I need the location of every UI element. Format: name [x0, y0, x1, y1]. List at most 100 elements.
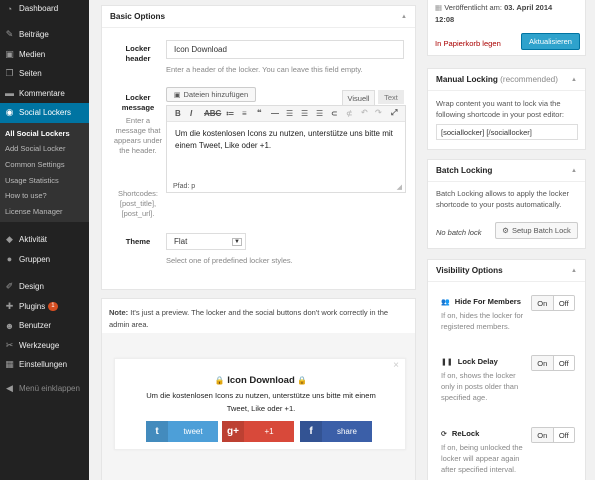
panel-header[interactable]: Batch Locking ▲ — [428, 160, 585, 182]
setup-batch-lock-label: Setup Batch Lock — [511, 226, 571, 235]
sidebar-item-label: Plugins — [19, 301, 46, 311]
sidebar-item-label: Medien — [19, 49, 46, 59]
bold-icon[interactable]: B — [175, 109, 181, 118]
sidebar-item-label: Aktivität — [19, 235, 48, 245]
social-button-label: share — [336, 427, 357, 436]
basic-options-panel: Basic Options ▲ Locker header Icon Downl… — [101, 5, 416, 290]
submenu-item-common-settings[interactable]: Common Settings — [0, 157, 89, 173]
unlink-icon[interactable]: ⊄ — [346, 109, 353, 118]
panel-title: Manual Locking (recommended) — [436, 75, 558, 84]
visibility-option-label: Lock Delay — [457, 357, 498, 366]
resize-handle-icon[interactable]: ◢ — [397, 183, 402, 191]
twitter-icon: t — [146, 421, 168, 442]
redo-icon[interactable]: ↷ — [375, 108, 382, 117]
on-off-toggle[interactable]: On Off — [531, 427, 575, 443]
sidebar-item-dashboard[interactable]: ◔ Dashboard — [0, 0, 89, 17]
add-media-button[interactable]: ▣ Dateien hinzufügen — [166, 87, 256, 102]
collapse-arrow-icon[interactable]: ▲ — [571, 268, 577, 274]
manual-locking-panel: Manual Locking (recommended) ▲ Wrap cont… — [427, 68, 586, 150]
toggle-on-option[interactable]: On — [532, 428, 554, 442]
submenu-item-all-social-lockers[interactable]: All Social Lockers — [0, 126, 89, 142]
sidebar-item-medien[interactable]: ▣ Medien — [0, 45, 89, 65]
sidebar-item-kommentare[interactable]: ▬ Kommentare — [0, 84, 89, 104]
link-icon[interactable]: ⊂ — [331, 109, 338, 118]
collapse-menu-button[interactable]: ◀ Menü einklappen — [0, 379, 89, 399]
toggle-on-option[interactable]: On — [532, 296, 554, 310]
theme-select[interactable]: Flat ▼ — [166, 233, 246, 250]
settings-icon: ▦ — [5, 359, 14, 370]
submenu-item-usage-statistics[interactable]: Usage Statistics — [0, 172, 89, 188]
collapse-menu-label: Menü einklappen — [19, 383, 80, 393]
shortcode-field[interactable]: [sociallocker] [/sociallocker] — [436, 124, 578, 140]
google-plus-button[interactable]: g+ +1 — [222, 421, 294, 442]
sidebar-item-label: Social Lockers — [19, 108, 72, 118]
submenu-item-how-to-use[interactable]: How to use? — [0, 188, 89, 204]
panel-header[interactable]: Manual Locking (recommended) ▲ — [428, 69, 585, 91]
sidebar-item-einstellungen[interactable]: ▦ Einstellungen — [0, 355, 89, 375]
sidebar-item-plugins[interactable]: ✚ Plugins 1 — [0, 297, 89, 317]
submenu-item-license-manager[interactable]: License Manager — [0, 203, 89, 219]
undo-icon[interactable]: ↶ — [361, 108, 368, 117]
toggle-off-option[interactable]: Off — [553, 296, 574, 310]
tab-text[interactable]: Text — [378, 90, 404, 104]
social-button-label: tweet — [183, 427, 203, 436]
on-off-toggle[interactable]: On Off — [531, 295, 575, 311]
pages-icon: ❐ — [5, 68, 14, 79]
on-off-toggle[interactable]: On Off — [531, 355, 575, 371]
collapse-arrow-icon[interactable]: ▲ — [401, 14, 407, 20]
locker-header-input[interactable]: Icon Download — [166, 40, 404, 59]
tweet-button[interactable]: t tweet — [146, 421, 218, 442]
members-icon: 👥 — [441, 298, 450, 306]
sidebar-item-gruppen[interactable]: ● Gruppen — [0, 250, 89, 270]
sidebar-item-design[interactable]: ✐ Design — [0, 277, 89, 297]
fullscreen-icon[interactable]: ⤢ — [391, 108, 397, 118]
dashboard-icon: ◔ — [6, 3, 13, 14]
toggle-off-option[interactable]: Off — [553, 356, 574, 370]
activity-icon: ◆ — [6, 234, 13, 245]
editor-box: B I ABC ≔ ≡ ❝ — ☰ ☰ ☰ ⊂ ⊄ ↶ ↷ ⤢ Um die k… — [166, 105, 406, 193]
align-center-icon[interactable]: ☰ — [301, 109, 308, 118]
collapse-icon: ◀ — [6, 382, 13, 393]
sidebar-item-beiträge[interactable]: ✎ Beiträge — [0, 25, 89, 45]
calendar-icon: ▦ — [435, 3, 443, 12]
sidebar-item-seiten[interactable]: ❐ Seiten — [0, 64, 89, 84]
horizontal-rule-icon[interactable]: — — [271, 109, 279, 118]
tab-visual[interactable]: Visuell — [342, 90, 375, 105]
toggle-on-option[interactable]: On — [532, 356, 554, 370]
relock-icon: ⟳ — [441, 430, 447, 438]
align-right-icon[interactable]: ☰ — [316, 109, 323, 118]
blockquote-icon[interactable]: ❝ — [257, 108, 262, 117]
bullet-list-icon[interactable]: ≔ — [226, 109, 235, 118]
locker-close-icon[interactable]: × — [393, 360, 399, 371]
publish-panel: ▦ Veröffentlicht am: 03. April 2014 12:0… — [427, 0, 586, 56]
strikethrough-icon[interactable]: ABC — [204, 109, 221, 118]
toggle-off-option[interactable]: Off — [553, 428, 574, 442]
italic-icon[interactable]: I — [190, 109, 192, 118]
editor-content[interactable]: Um die kostenlosen Icons zu nutzen, unte… — [167, 122, 405, 158]
update-button[interactable]: Aktualisieren — [521, 33, 580, 50]
collapse-arrow-icon[interactable]: ▲ — [571, 77, 577, 83]
trash-link[interactable]: In Papierkorb legen — [435, 39, 501, 48]
sidebar-item-benutzer[interactable]: ☻ Benutzer — [0, 316, 89, 336]
submenu-item-add-social-locker[interactable]: Add Social Locker — [0, 141, 89, 157]
manual-locking-text: Wrap content you want to lock via the fo… — [436, 99, 564, 119]
setup-batch-lock-button[interactable]: ⚙ Setup Batch Lock — [495, 222, 578, 239]
sidebar-item-social-lockers[interactable]: ◉ Social Lockers — [0, 103, 89, 123]
pause-icon: ❚❚ — [441, 358, 453, 366]
align-left-icon[interactable]: ☰ — [286, 109, 293, 118]
share-button[interactable]: f share — [300, 421, 372, 442]
visibility-option-description: If on, shows the locker only in posts ol… — [441, 371, 519, 402]
sidebar-item-werkzeuge[interactable]: ✂ Werkzeuge — [0, 336, 89, 356]
visibility-option-title: 👥 Hide For Members — [441, 297, 521, 306]
pin-icon: ✎ — [5, 29, 14, 40]
sidebar-item-label: Beiträge — [19, 30, 49, 40]
sidebar-item-aktivität[interactable]: ◆ Aktivität — [0, 230, 89, 250]
panel-header[interactable]: Basic Options ▲ — [102, 6, 415, 28]
panel-header[interactable]: Visibility Options ▲ — [428, 260, 585, 282]
numbered-list-icon[interactable]: ≡ — [242, 109, 247, 118]
groups-icon: ● — [6, 254, 13, 265]
facebook-icon: f — [300, 421, 322, 442]
locker-message-help: Enter a message that appears under the h… — [113, 116, 163, 155]
collapse-arrow-icon[interactable]: ▲ — [571, 168, 577, 174]
menu-separator — [0, 269, 89, 277]
